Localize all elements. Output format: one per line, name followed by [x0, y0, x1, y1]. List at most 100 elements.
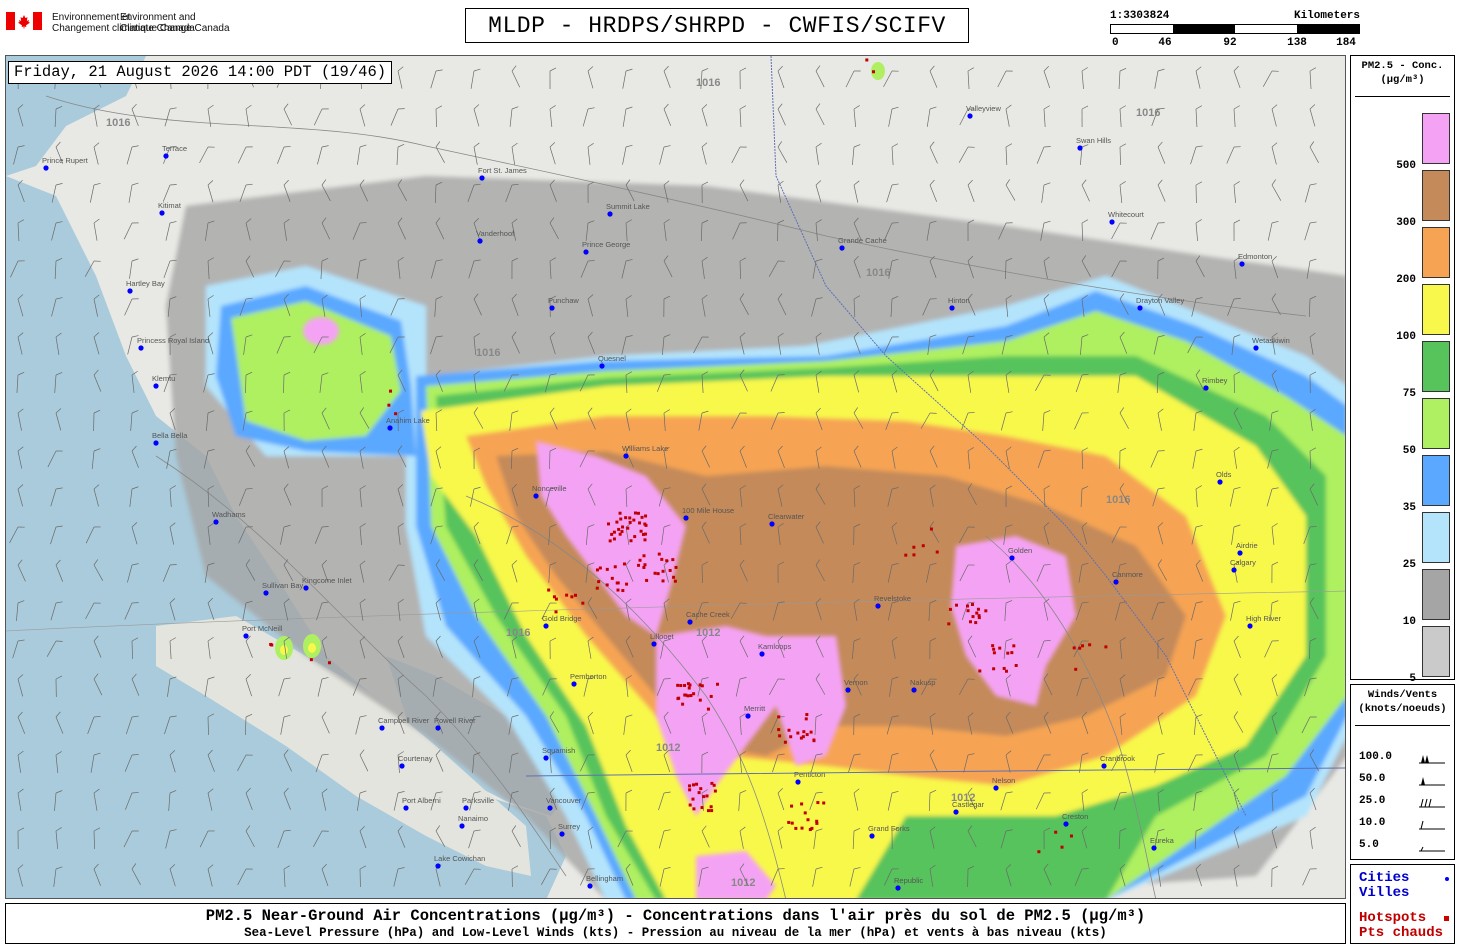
city-label: Klemtu: [152, 374, 175, 383]
hotspot: [688, 788, 692, 792]
hotspot: [642, 565, 646, 569]
legend-bin: 200: [1351, 227, 1456, 286]
hotspot: [998, 646, 1002, 650]
hotspot: [692, 783, 696, 787]
hotspot: [661, 569, 665, 573]
scale-ratio: 1:3303824: [1110, 10, 1170, 22]
hotspot: [612, 530, 616, 534]
scale-tick: 46: [1158, 37, 1172, 49]
hotspot: [620, 530, 624, 534]
svg-text:1016: 1016: [696, 77, 720, 89]
hotspot: [810, 826, 814, 830]
city-label: Eureka: [1150, 836, 1175, 845]
hotspot: [992, 667, 996, 671]
hotspot: [641, 532, 645, 536]
winds-legend-title: Winds/Vents (knots/noeuds): [1358, 689, 1447, 715]
hotspot: [800, 826, 804, 830]
hotspot: [992, 651, 996, 655]
map-canvas[interactable]: 1016 1016 1016 1016 1016 1016 1016 1012 …: [6, 56, 1346, 899]
hotspot: [799, 736, 803, 740]
city-label: Powell River: [434, 716, 476, 725]
svg-text:1016: 1016: [476, 347, 500, 359]
hotspot: [1104, 645, 1108, 649]
hotspot: [653, 571, 657, 575]
hotspot: [612, 537, 616, 541]
hotspot: [697, 791, 701, 795]
hotspot: [872, 70, 876, 74]
hotspot: [679, 684, 683, 688]
hotspot: [1004, 669, 1008, 673]
hotspot: [671, 558, 675, 562]
hotspot: [616, 581, 620, 585]
hotspot: [705, 794, 709, 798]
hotspot: [636, 511, 640, 515]
wind-speed-label: 5.0: [1359, 839, 1379, 851]
city-label: Canmore: [1112, 570, 1143, 579]
hotspot: [802, 730, 806, 734]
svg-text:1016: 1016: [106, 117, 130, 129]
wind-barb-icon: [1419, 798, 1445, 808]
hotspot: [629, 539, 633, 543]
city-label: Parksville: [462, 796, 494, 805]
hotspot: [613, 565, 617, 569]
hotspot: [1060, 845, 1064, 849]
hotspot: [570, 595, 574, 599]
cities-label: Cities: [1359, 870, 1410, 886]
cities-hotspots-legend: Cities Villes Hotspots Pts chauds: [1350, 864, 1455, 944]
city-label: High River: [1246, 614, 1282, 623]
winds-legend: Winds/Vents (knots/noeuds) 100.0 50.0 25.0…: [1350, 684, 1455, 860]
org-name-en: Environment and Climate Change Canada: [120, 12, 230, 34]
hotspot: [865, 58, 869, 62]
pm25-map[interactable]: 1016 1016 1016 1016 1016 1016 1016 1012 …: [5, 55, 1346, 899]
hotspot: [574, 593, 578, 597]
legend-bin: 10: [1351, 569, 1456, 628]
hotspot: [929, 527, 933, 531]
smoke-500-coastal: [303, 317, 339, 345]
hotspot: [610, 532, 614, 536]
hotspot: [790, 821, 794, 825]
hotspot: [643, 538, 647, 542]
hotspot: [695, 782, 699, 786]
hotspot: [565, 593, 569, 597]
city-label: Whitecourt: [1108, 210, 1145, 219]
legend-bin: 500: [1351, 113, 1456, 172]
hotspot: [615, 520, 619, 524]
hotspot: [976, 607, 980, 611]
caption-line-1: PM2.5 Near-Ground Air Concentrations (µg…: [205, 907, 1146, 925]
hotspot: [702, 795, 706, 799]
hotspot-square-icon: [1444, 916, 1449, 921]
wind-legend-row: 50.0: [1359, 773, 1451, 793]
city-label: Merritt: [744, 704, 766, 713]
wind-speed-label: 25.0: [1359, 795, 1386, 807]
svg-text:1016: 1016: [506, 627, 530, 639]
city-label: Bella Bella: [152, 431, 188, 440]
wind-barb-icon: [1419, 820, 1445, 830]
city-label: Fort St. James: [478, 166, 527, 175]
hotspot: [978, 669, 982, 673]
hotspot: [975, 611, 979, 615]
winds-divider: [1355, 725, 1450, 726]
hotspot: [621, 589, 625, 593]
hotspot: [803, 811, 807, 815]
hotspot: [969, 620, 973, 624]
city-label: Wadhams: [212, 510, 246, 519]
hotspot: [638, 558, 642, 562]
city-label: Port Alberni: [402, 796, 441, 805]
city-label: Courtenay: [398, 754, 433, 763]
city-label: Grande Cache: [838, 236, 887, 245]
hotspot: [806, 818, 810, 822]
hotspot: [794, 826, 798, 830]
hotspot: [387, 403, 391, 407]
legend-swatch: [1422, 227, 1450, 278]
hotspot: [638, 521, 642, 525]
hotspot: [1037, 850, 1041, 854]
city-label: Rimbey: [1202, 376, 1228, 385]
hotspot: [1069, 834, 1073, 838]
hotspot: [912, 545, 916, 549]
city-label: Williams Lake: [622, 444, 668, 453]
hotspot: [789, 735, 793, 739]
hotspot: [656, 572, 660, 576]
hotspot: [327, 661, 331, 665]
hotspot: [644, 514, 648, 518]
hotspot: [965, 604, 969, 608]
